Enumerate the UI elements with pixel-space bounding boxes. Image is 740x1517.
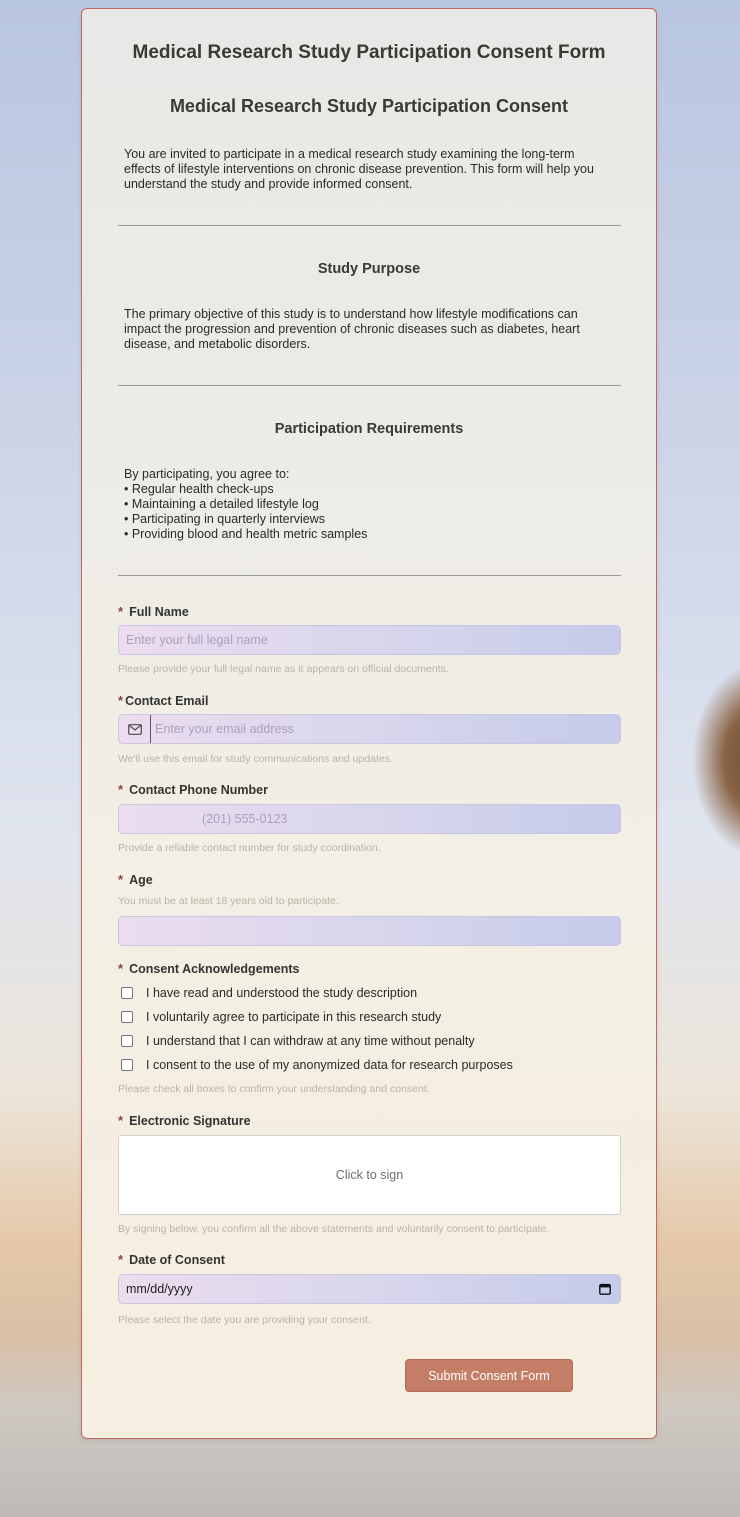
- requirements-list: By participating, you agree to: • Regula…: [124, 467, 614, 542]
- required-marker: *: [118, 693, 124, 708]
- purpose-text: The primary objective of this study is t…: [124, 307, 580, 351]
- requirement-item: • Participating in quarterly interviews: [124, 512, 325, 526]
- phone-hint: Provide a reliable contact number for st…: [118, 842, 381, 854]
- date-input[interactable]: mm/dd/yyyy: [118, 1274, 621, 1304]
- required-marker: *: [118, 1252, 124, 1267]
- age-label: * Age: [118, 872, 153, 887]
- consent-hint: Please check all boxes to confirm your u…: [118, 1083, 430, 1095]
- phone-placeholder: (201) 555-0123: [202, 812, 288, 826]
- signature-prompt: Click to sign: [335, 1168, 404, 1182]
- signature-pad[interactable]: Click to sign: [118, 1135, 621, 1215]
- date-placeholder: mm/dd/yyyy: [126, 1282, 193, 1296]
- requirements-intro: By participating, you agree to:: [124, 467, 290, 481]
- required-marker: *: [118, 1113, 124, 1128]
- full-name-input[interactable]: Enter your full legal name: [118, 625, 621, 655]
- divider: [118, 385, 621, 386]
- intro-text: You are invited to participate in a medi…: [124, 147, 594, 191]
- checkbox[interactable]: [121, 987, 133, 999]
- requirements-title: Participation Requirements: [274, 421, 464, 437]
- consent-item[interactable]: I have read and understood the study des…: [118, 981, 513, 1005]
- purpose-title: Study Purpose: [317, 261, 421, 277]
- email-hint: We'll use this email for study communica…: [118, 753, 393, 765]
- requirement-item: • Regular health check-ups: [124, 482, 274, 496]
- required-marker: *: [118, 961, 124, 976]
- date-hint: Please select the date you are providing…: [118, 1314, 371, 1326]
- consent-checklist: I have read and understood the study des…: [118, 981, 513, 1077]
- divider: [118, 225, 621, 226]
- form-subtitle: Medical Research Study Participation Con…: [169, 96, 569, 116]
- full-name-placeholder: Enter your full legal name: [126, 633, 268, 647]
- phone-input[interactable]: (201) 555-0123: [118, 804, 621, 834]
- email-input[interactable]: Enter your email address: [118, 714, 621, 744]
- signature-hint: By signing below, you confirm all the ab…: [118, 1223, 550, 1235]
- consent-label: * Consent Acknowledgements: [118, 961, 300, 976]
- form-title: Medical Research Study Participation Con…: [132, 42, 606, 63]
- checkbox[interactable]: [121, 1011, 133, 1023]
- email-placeholder: Enter your email address: [155, 722, 294, 736]
- requirement-item: • Maintaining a detailed lifestyle log: [124, 497, 319, 511]
- full-name-label: * Full Name: [118, 604, 189, 619]
- age-input[interactable]: [118, 916, 621, 946]
- required-marker: *: [118, 782, 124, 797]
- consent-item[interactable]: I voluntarily agree to participate in th…: [118, 1005, 513, 1029]
- calendar-icon[interactable]: [599, 1283, 611, 1295]
- consent-item[interactable]: I understand that I can withdraw at any …: [118, 1029, 513, 1053]
- full-name-hint: Please provide your full legal name as i…: [118, 663, 449, 675]
- required-marker: *: [118, 872, 124, 887]
- submit-button[interactable]: Submit Consent Form: [405, 1359, 573, 1392]
- checkbox[interactable]: [121, 1035, 133, 1047]
- envelope-icon: [119, 715, 151, 743]
- phone-label: * Contact Phone Number: [118, 782, 268, 797]
- consent-item[interactable]: I consent to the use of my anonymized da…: [118, 1053, 513, 1077]
- age-hint: You must be at least 18 years old to par…: [118, 895, 339, 907]
- signature-label: * Electronic Signature: [118, 1113, 251, 1128]
- date-label: * Date of Consent: [118, 1252, 225, 1267]
- checkbox[interactable]: [121, 1059, 133, 1071]
- email-label: * Contact Email: [118, 693, 209, 708]
- divider: [118, 575, 621, 576]
- requirement-item: • Providing blood and health metric samp…: [124, 527, 368, 541]
- consent-form-card: Medical Research Study Participation Con…: [81, 8, 657, 1439]
- required-marker: *: [118, 604, 124, 619]
